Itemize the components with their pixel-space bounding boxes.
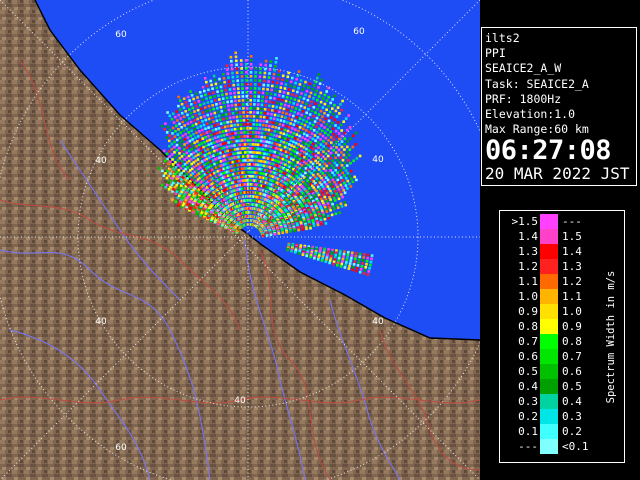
legend-upper-value: 1.1 — [562, 290, 582, 303]
legend-row: 1.4 1.5 — [500, 229, 600, 244]
legend-upper-value: <0.1 — [562, 440, 589, 453]
legend-lower-value: 0.4 — [518, 380, 538, 393]
legend-lower-value: 0.8 — [518, 320, 538, 333]
legend-upper-value: 0.9 — [562, 320, 582, 333]
legend-swatch — [540, 439, 558, 454]
legend-upper-value: 1.0 — [562, 305, 582, 318]
legend-upper-value: 0.3 — [562, 410, 582, 423]
range-label-40-nw: 40 — [95, 156, 107, 166]
legend-row: 1.1 1.2 — [500, 274, 600, 289]
legend-upper-value: 1.5 — [562, 230, 582, 243]
legend-swatch — [540, 409, 558, 424]
legend-swatch — [540, 259, 558, 274]
legend-swatch — [540, 349, 558, 364]
legend-lower-value: --- — [518, 440, 538, 453]
legend-swatch — [540, 379, 558, 394]
site-name: ilts2 — [485, 31, 520, 45]
legend-lower-value: 1.4 — [518, 230, 538, 243]
legend-swatch — [540, 289, 558, 304]
legend-row: 0.8 0.9 — [500, 319, 600, 334]
legend-upper-value: 1.4 — [562, 245, 582, 258]
legend-upper-value: 1.2 — [562, 275, 582, 288]
scan-name: SEAICE2_A_W — [485, 61, 562, 76]
legend-lower-value: 0.7 — [518, 335, 538, 348]
legend-row: 0.4 0.5 — [500, 379, 600, 394]
legend-row: 0.1 0.2 — [500, 424, 600, 439]
elevation-value: Elevation:1.0 — [485, 107, 576, 122]
range-label-60-ne: 60 — [353, 27, 365, 37]
legend-row: 1.3 1.4 — [500, 244, 600, 259]
legend-row: >1.5 --- — [500, 214, 600, 229]
legend-swatch — [540, 304, 558, 319]
legend-upper-value: 1.3 — [562, 260, 582, 273]
legend-lower-value: 0.1 — [518, 425, 538, 438]
legend-lower-value: 1.1 — [518, 275, 538, 288]
observation-date: 20 MAR 2022 JST — [485, 164, 630, 184]
legend-swatch — [540, 364, 558, 379]
prf-value: PRF: 1800Hz — [485, 91, 562, 106]
legend-row: 0.5 0.6 — [500, 364, 600, 379]
legend-upper-value: 0.7 — [562, 350, 582, 363]
legend-unit-text: Spectrum Width in m/s — [605, 270, 617, 404]
legend-upper-value: --- — [562, 215, 582, 228]
product-type: PPI — [485, 46, 506, 61]
legend-swatch — [540, 274, 558, 289]
range-label-40-ne: 40 — [372, 155, 384, 165]
range-label-40-w: 40 — [95, 317, 107, 327]
legend-lower-value: >1.5 — [511, 215, 539, 228]
legend-lower-value: 1.3 — [518, 245, 538, 258]
legend-lower-value: 0.3 — [518, 395, 538, 408]
legend-row: 0.3 0.4 — [500, 394, 600, 409]
legend-lower-value: 0.2 — [518, 410, 538, 423]
legend-swatch — [540, 394, 558, 409]
legend-upper-value: 0.8 — [562, 335, 582, 348]
range-label-60-n: 60 — [115, 30, 127, 40]
legend-upper-value: 0.2 — [562, 425, 582, 438]
legend-row: --- <0.1 — [500, 439, 600, 454]
legend-row: 0.6 0.7 — [500, 349, 600, 364]
legend-swatch — [540, 214, 558, 229]
legend-upper-value: 0.5 — [562, 380, 582, 393]
legend-swatch — [540, 334, 558, 349]
legend-lower-value: 1.2 — [518, 260, 538, 273]
legend-lower-value: 0.5 — [518, 365, 538, 378]
legend-lower-value: 0.6 — [518, 350, 538, 363]
legend-upper-value: 0.4 — [562, 395, 582, 408]
legend-swatch — [540, 424, 558, 439]
legend-lower-value: 0.9 — [518, 305, 538, 318]
legend-lower-value: 1.0 — [518, 290, 538, 303]
legend-row: 1.0 1.1 — [500, 289, 600, 304]
radar-ppi-map: 60 60 40 40 40 40 40 60 — [0, 0, 480, 480]
legend-swatch — [540, 244, 558, 259]
legend-row: 0.9 1.0 — [500, 304, 600, 319]
range-label-60-sw: 60 — [115, 443, 127, 453]
task-name: Task: SEAICE2_A — [485, 76, 589, 91]
legend-row: 0.2 0.3 — [500, 409, 600, 424]
legend-row: 1.2 1.3 — [500, 259, 600, 274]
legend-swatch — [540, 229, 558, 244]
color-scale-legend: >1.5 --- 1.4 1.5 1.3 1.4 1.2 1.3 1.1 1.2 1.0 1.1 0.9… — [499, 210, 625, 463]
legend-row: 0.7 0.8 — [500, 334, 600, 349]
range-label-40-s: 40 — [234, 396, 246, 406]
observation-time: 06:27:08 — [485, 135, 612, 167]
info-panel: ilts2 PPI SEAICE2_A_W Task: SEAICE2_A PR… — [481, 27, 637, 186]
legend-unit-label: Spectrum Width in m/s — [601, 217, 621, 457]
legend-upper-value: 0.6 — [562, 365, 582, 378]
range-label-40-e: 40 — [372, 317, 384, 327]
legend-swatch — [540, 319, 558, 334]
